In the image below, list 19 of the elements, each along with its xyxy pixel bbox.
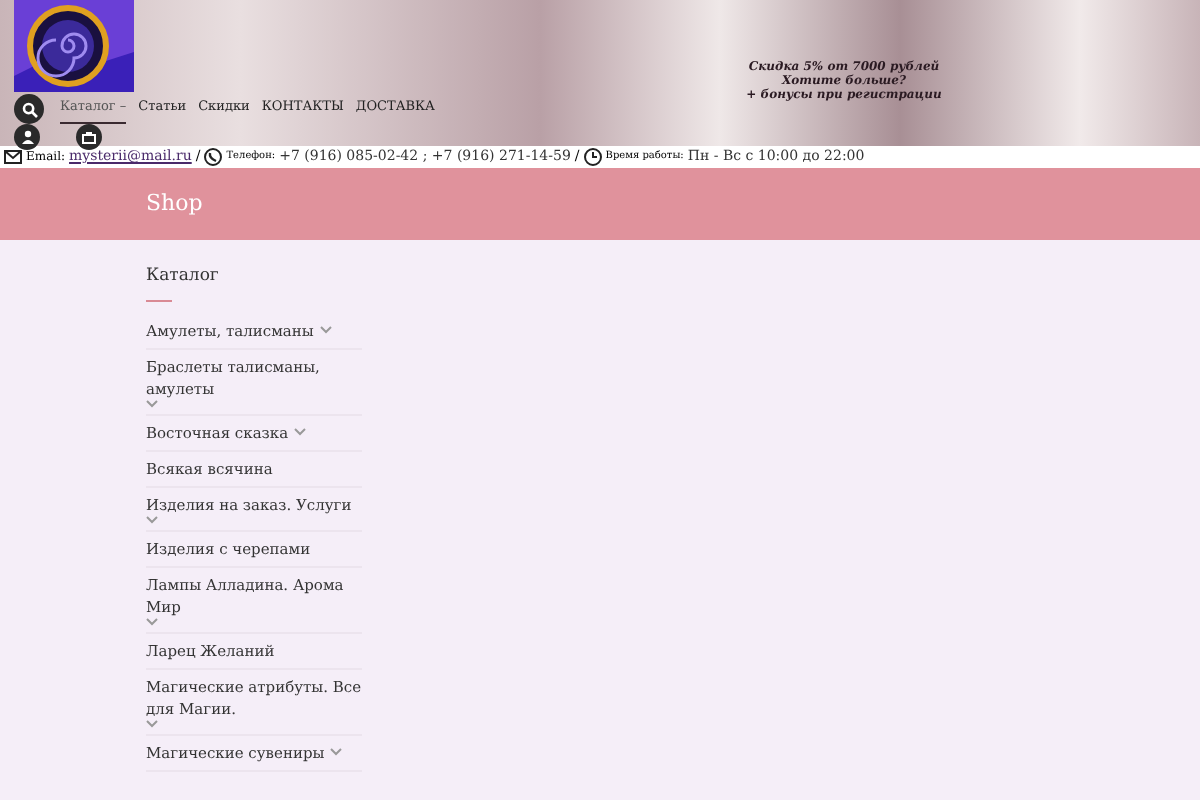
page-title: Shop [146, 187, 203, 220]
chevron-down-icon[interactable] [146, 399, 158, 408]
search-icon [21, 101, 37, 117]
chevron-down-icon[interactable] [294, 428, 307, 437]
chevron-down-icon[interactable] [330, 748, 343, 757]
envelope-icon [4, 148, 22, 166]
chevron-down-icon[interactable] [319, 326, 332, 335]
user-icon [21, 130, 33, 144]
mandala-logo[interactable] [14, 0, 134, 92]
phone-icon [204, 148, 223, 166]
clock-icon [583, 148, 602, 166]
catalog-heading: Каталог [146, 264, 221, 290]
bag-icon [82, 131, 96, 143]
search-button[interactable] [14, 94, 44, 124]
chevron-down-icon[interactable] [146, 515, 158, 524]
chevron-down-icon[interactable] [146, 617, 158, 626]
chevron-down-icon[interactable] [146, 719, 158, 728]
cart-button[interactable] [76, 124, 102, 150]
account-button[interactable] [14, 124, 40, 150]
